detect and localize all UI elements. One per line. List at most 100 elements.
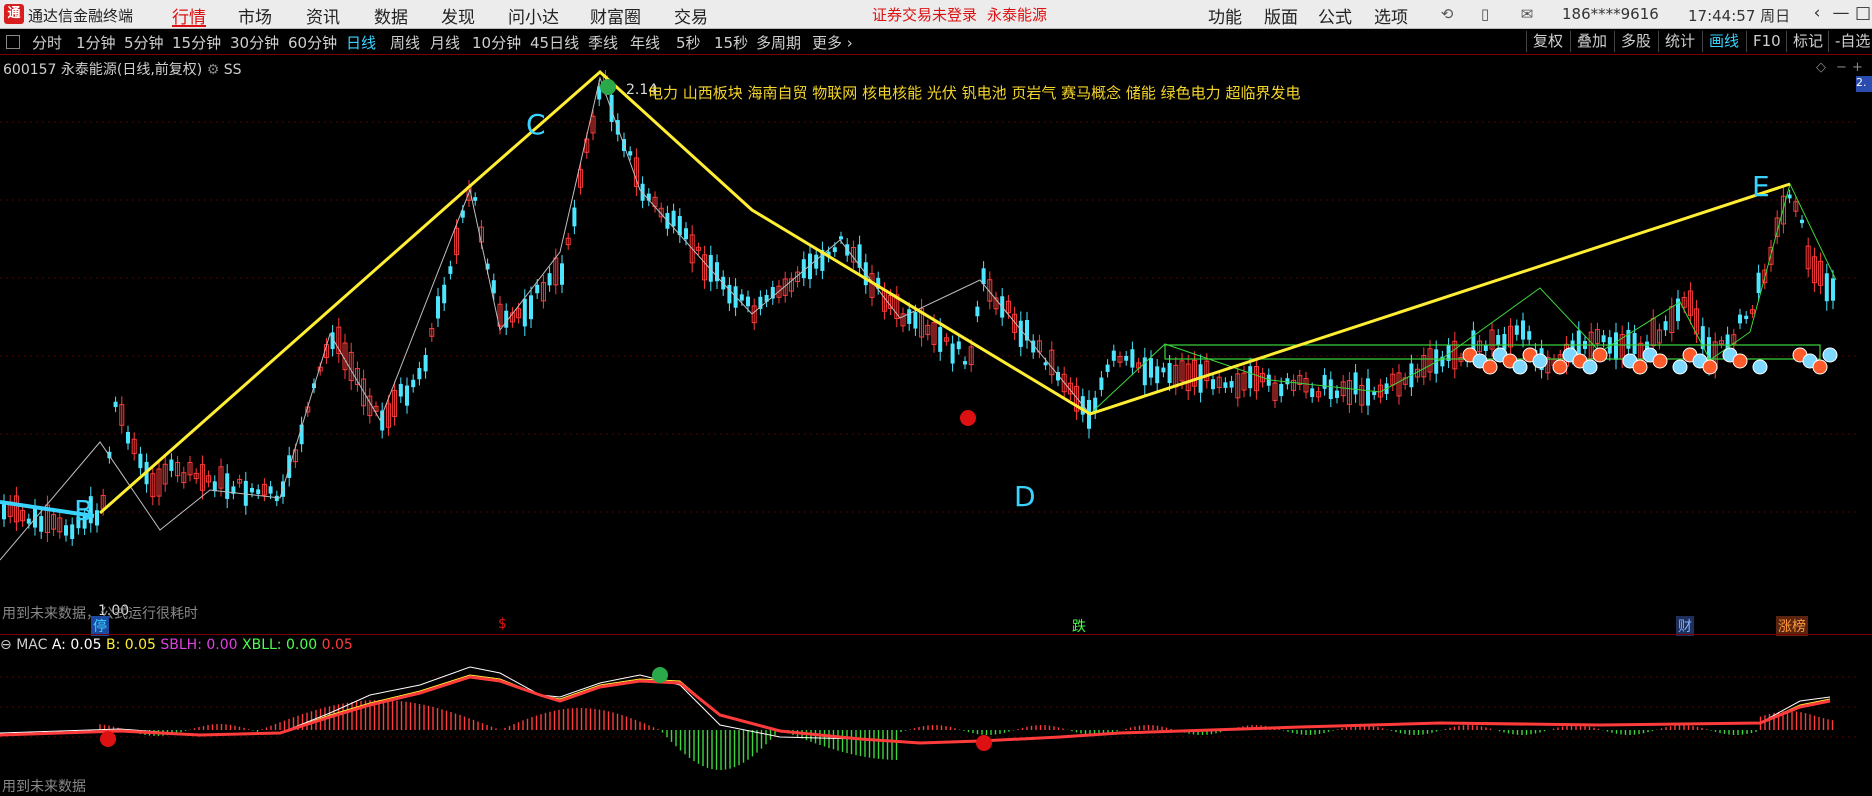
phone-icon[interactable]: ▯ <box>1476 5 1494 23</box>
candle-body <box>746 296 750 307</box>
macd-a-label: A: <box>51 637 66 653</box>
candle-body <box>1223 382 1228 388</box>
macd-buy-badge <box>100 731 116 747</box>
macd-dif-line <box>0 666 1831 744</box>
macd-chart[interactable] <box>0 655 1856 775</box>
period-fenshi[interactable]: 分时 <box>32 32 62 53</box>
menu-hangqing[interactable]: 行情 <box>172 3 206 28</box>
candle-body <box>1211 379 1215 390</box>
period-yearly[interactable]: 年线 <box>630 32 660 53</box>
event-dollar[interactable]: $ <box>496 616 509 632</box>
back-icon[interactable]: ‹ <box>1806 2 1828 24</box>
macd-xbll-label: XBLL: <box>242 637 282 653</box>
candle-body <box>473 197 478 201</box>
signal-ball <box>1552 359 1568 375</box>
menu-wenxiaoda[interactable]: 问小达 <box>508 3 559 28</box>
candle-body <box>169 459 174 471</box>
user-account[interactable]: 186****9616 <box>1562 5 1659 23</box>
period-5min[interactable]: 5分钟 <box>124 32 164 53</box>
candle-body <box>1626 329 1631 349</box>
menu-jiaoyi[interactable]: 交易 <box>674 3 708 28</box>
candle-body <box>1279 383 1284 397</box>
candle-body <box>1155 366 1160 384</box>
menu-shuju[interactable]: 数据 <box>374 3 408 28</box>
maximize-icon[interactable]: □ <box>1852 2 1872 24</box>
candle-body <box>981 268 986 285</box>
collapse-icon[interactable]: ⊖ <box>0 637 12 653</box>
menu-zixun[interactable]: 资讯 <box>306 3 340 28</box>
wave-label-b: B <box>74 494 94 527</box>
period-10min[interactable]: 10分钟 <box>472 32 521 53</box>
candle-body <box>1167 363 1172 384</box>
menu-shichang[interactable]: 市场 <box>238 3 272 28</box>
tool-diejia[interactable]: 叠加 <box>1570 31 1607 52</box>
macd-name[interactable]: MAC <box>16 637 47 653</box>
app-name: 通达信金融终端 <box>28 7 134 25</box>
candle-body <box>1831 278 1835 301</box>
candle-body <box>39 516 44 532</box>
stock-notice[interactable]: 永泰能源 <box>987 4 1047 25</box>
period-15min[interactable]: 15分钟 <box>172 32 221 53</box>
candle-body <box>1601 335 1606 343</box>
tool-tongji[interactable]: 统计 <box>1658 31 1695 52</box>
event-fall[interactable]: 跌 <box>1070 616 1088 636</box>
candle-body <box>950 343 955 364</box>
candle-body <box>1124 355 1129 361</box>
period-more[interactable]: 更多 › <box>812 32 853 53</box>
refresh-icon[interactable]: ⟲ <box>1438 5 1456 23</box>
menu-gongshi[interactable]: 公式 <box>1318 3 1352 28</box>
tool-duogu[interactable]: 多股 <box>1614 31 1651 52</box>
candle-body <box>1576 330 1581 357</box>
period-15sec[interactable]: 15秒 <box>714 32 748 53</box>
menu-faxian[interactable]: 发现 <box>441 3 475 28</box>
period-5sec[interactable]: 5秒 <box>676 32 701 53</box>
menu-caifuquan[interactable]: 财富圈 <box>590 3 641 28</box>
candle-body <box>225 473 230 499</box>
menu-banmian[interactable]: 版面 <box>1264 3 1298 28</box>
wave-label-d: D <box>1014 480 1036 513</box>
menu-gongneng[interactable]: 功能 <box>1208 3 1242 28</box>
menu-xuanxiang[interactable]: 选项 <box>1374 3 1408 28</box>
macd-last-value: 0.05 <box>321 637 353 653</box>
period-45day[interactable]: 45日线 <box>530 32 579 53</box>
tool-zixuan[interactable]: -自选 <box>1828 31 1870 52</box>
event-halt[interactable]: 停 <box>91 616 109 636</box>
candle-body <box>963 361 967 365</box>
login-notice[interactable]: 证券交易未登录 <box>872 4 977 25</box>
period-30min[interactable]: 30分钟 <box>230 32 279 53</box>
candle-body <box>1366 378 1370 406</box>
candle-body <box>64 525 68 536</box>
candle-body <box>491 280 496 294</box>
period-monthly[interactable]: 月线 <box>430 32 460 53</box>
period-60min[interactable]: 60分钟 <box>288 32 337 53</box>
candle-body <box>256 489 261 495</box>
period-weekly[interactable]: 周线 <box>390 32 420 53</box>
event-limit-up-list[interactable]: 涨榜 <box>1776 616 1808 636</box>
tool-fuquan[interactable]: 复权 <box>1526 31 1563 52</box>
candlestick-chart[interactable] <box>0 70 1856 630</box>
minimize-icon[interactable]: — <box>1830 2 1852 24</box>
tool-f10[interactable]: F10 <box>1746 31 1781 52</box>
mail-icon[interactable]: ✉ <box>1518 5 1536 23</box>
candle-body <box>243 480 248 506</box>
macd-buy-badge <box>976 735 992 751</box>
candle-body <box>95 510 99 526</box>
macd-a-value: 0.05 <box>70 637 102 653</box>
tool-huaxian[interactable]: 画线 <box>1702 31 1739 52</box>
candle-body <box>1310 388 1315 398</box>
period-quarterly[interactable]: 季线 <box>588 32 618 53</box>
candle-body <box>1105 364 1110 372</box>
macd-b-value: 0.05 <box>124 637 156 653</box>
candle-body <box>436 296 440 319</box>
period-multi[interactable]: 多周期 <box>756 32 801 53</box>
tool-biaoji[interactable]: 标记 <box>1786 31 1823 52</box>
period-daily[interactable]: 日线 <box>346 32 376 53</box>
period-checkbox[interactable] <box>6 35 20 49</box>
candle-body <box>417 368 422 380</box>
clock: 17:44:57 周日 <box>1688 7 1791 25</box>
candle-body <box>547 273 552 286</box>
candle-body <box>1744 315 1749 320</box>
period-1min[interactable]: 1分钟 <box>76 32 116 53</box>
event-finance[interactable]: 财 <box>1676 616 1694 636</box>
app-logo-icon: 通 <box>4 4 24 24</box>
